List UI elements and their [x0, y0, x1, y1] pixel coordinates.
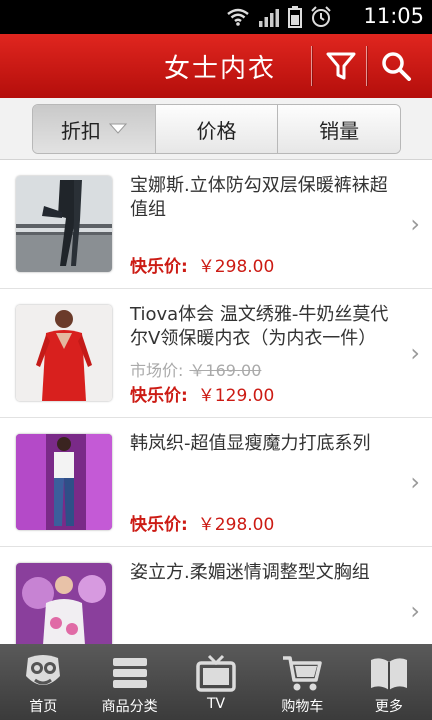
- market-label: 市场价:: [130, 361, 184, 380]
- category-list-icon: [112, 658, 147, 688]
- filter-button[interactable]: [321, 48, 361, 84]
- product-name: 姿立方.柔媚迷情调整型文胸组: [130, 562, 370, 583]
- chevron-right-icon: ›: [410, 468, 420, 496]
- product-name: 宝娜斯.立体防勾双层保暖裤袜超值组: [130, 175, 388, 220]
- search-button[interactable]: [376, 48, 416, 84]
- nav-label: 更多: [374, 699, 403, 715]
- price-value: ￥298.00: [197, 257, 275, 277]
- chevron-down-icon: [108, 123, 127, 134]
- price-label: 快乐价:: [130, 515, 188, 535]
- book-more-icon: [370, 658, 407, 690]
- nav-cart[interactable]: 购物车: [259, 644, 345, 720]
- product-price: 快乐价: ￥298.00: [130, 252, 274, 277]
- list-item[interactable]: 姿立方.柔媚迷情调整型文胸组 ›: [0, 547, 432, 644]
- product-image: [16, 434, 112, 530]
- nav-label: 购物车: [281, 699, 324, 715]
- product-image: [16, 563, 112, 644]
- nav-more[interactable]: 更多: [346, 644, 432, 720]
- status-bar: 11:05: [0, 0, 432, 34]
- signal-icon: [259, 9, 279, 27]
- nav-tv[interactable]: TV: [173, 644, 259, 720]
- tv-icon: [196, 654, 236, 692]
- header-divider: [366, 46, 367, 86]
- price-value: ￥298.00: [197, 515, 275, 535]
- nav-categories[interactable]: 商品分类: [86, 644, 172, 720]
- tab-label: 销量: [319, 118, 360, 143]
- market-price: 市场价: ￥169.00: [130, 357, 261, 381]
- bottom-nav: 首页 商品分类 TV 购物车 更多: [0, 644, 432, 720]
- search-icon: [382, 52, 411, 81]
- tab-label: 折扣: [60, 118, 101, 143]
- app-header: 女士内衣: [0, 34, 432, 98]
- list-item[interactable]: 宝娜斯.立体防勾双层保暖裤袜超值组 快乐价: ￥298.00 ›: [0, 160, 432, 289]
- product-list[interactable]: 宝娜斯.立体防勾双层保暖裤袜超值组 快乐价: ￥298.00 › Tiova体会 …: [0, 160, 432, 644]
- home-logo-icon: [26, 655, 61, 685]
- status-time: 11:05: [363, 4, 424, 28]
- wifi-icon: [227, 8, 249, 26]
- list-item[interactable]: 韩岚织-超值显瘦魔力打底系列 快乐价: ￥298.00 ›: [0, 418, 432, 547]
- page-title: 女士内衣: [163, 54, 276, 84]
- product-image: [16, 305, 112, 401]
- nav-label: 商品分类: [101, 699, 158, 715]
- list-item[interactable]: Tiova体会 温文绣雅-牛奶丝莫代尔V领保暖内衣（为内衣一件） 市场价: ￥16…: [0, 289, 432, 418]
- sort-tabs: 折扣 价格 销量: [32, 104, 401, 154]
- cart-icon: [283, 656, 323, 691]
- product-name: Tiova体会 温文绣雅-牛奶丝莫代尔V领保暖内衣（为内衣一件）: [130, 304, 389, 349]
- price-label: 快乐价:: [130, 386, 188, 406]
- header-divider: [311, 46, 312, 86]
- sort-bar: 折扣 价格 销量: [0, 98, 432, 160]
- filter-icon: [326, 52, 356, 80]
- product-image: [16, 176, 112, 272]
- chevron-right-icon: ›: [410, 210, 420, 238]
- product-name: 韩岚织-超值显瘦魔力打底系列: [130, 433, 371, 454]
- tab-label: 价格: [196, 118, 237, 143]
- chevron-right-icon: ›: [410, 597, 420, 625]
- status-icons: [226, 6, 332, 28]
- price-value: ￥129.00: [197, 386, 275, 406]
- tab-sales[interactable]: 销量: [278, 105, 400, 153]
- nav-label: 首页: [29, 699, 58, 715]
- battery-icon: [288, 6, 302, 28]
- product-price: 快乐价: ￥298.00: [130, 510, 274, 535]
- nav-label: TV: [206, 696, 226, 712]
- tab-price[interactable]: 价格: [155, 105, 279, 153]
- market-value: ￥169.00: [189, 361, 262, 380]
- alarm-icon: [311, 6, 331, 27]
- product-price: 快乐价: ￥129.00: [130, 381, 274, 406]
- nav-home[interactable]: 首页: [0, 644, 86, 720]
- price-label: 快乐价:: [130, 257, 188, 277]
- chevron-right-icon: ›: [410, 339, 420, 367]
- tab-discount[interactable]: 折扣: [33, 105, 156, 153]
